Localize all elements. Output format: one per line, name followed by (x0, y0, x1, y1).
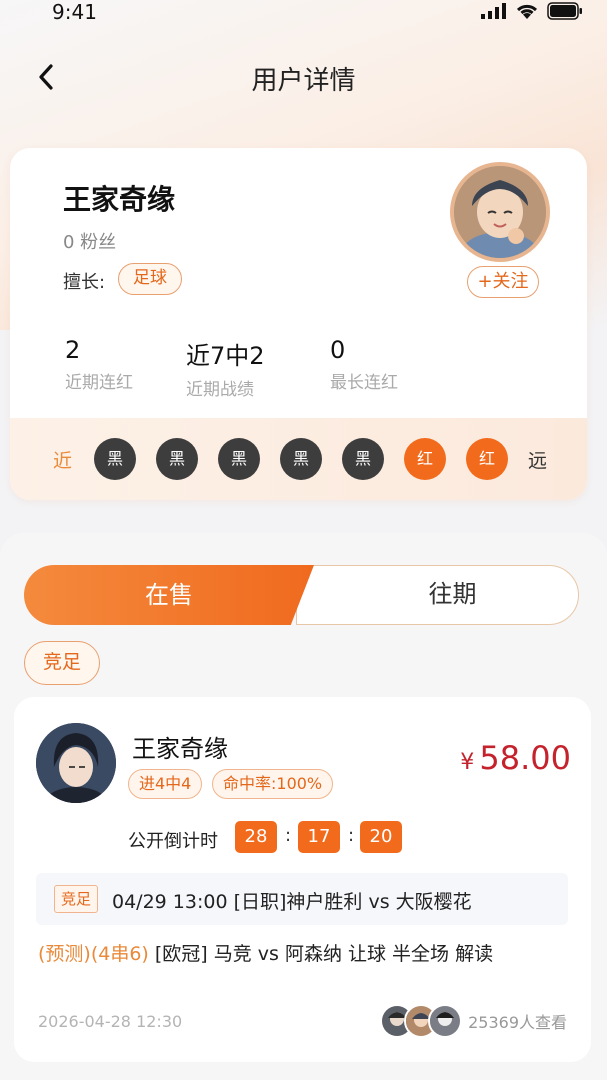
match-text: 04/29 13:00 [日职]神户胜利 vs 大阪樱花 (112, 891, 472, 913)
battery-icon (547, 2, 582, 20)
stat-recent-record: 近7中2 近期战绩 (186, 336, 265, 400)
prediction-description: (预测)(4串6) [欧冠] 马竞 vs 阿森纳 让球 半全场 解读 (38, 939, 493, 966)
stat-recent-streak: 2 近期连红 (65, 336, 133, 393)
fans-count: 0 粉丝 (63, 232, 117, 253)
status-icons (481, 2, 583, 20)
price-currency: ¥ (460, 750, 475, 775)
viewers: 25369人查看 (380, 1003, 567, 1039)
skill-label: 擅长: (63, 272, 106, 293)
page-title: 用户详情 (251, 66, 356, 96)
follow-button[interactable]: +关注 (467, 266, 539, 298)
streak-bar: 近 黑 黑 黑 黑 黑 红 红 远 (10, 418, 587, 500)
stat-label: 最长连红 (330, 373, 398, 393)
stat-label: 近期战绩 (186, 380, 254, 400)
wifi-icon (516, 4, 538, 19)
streak-dot: 黑 (280, 438, 322, 480)
streak-dot: 黑 (156, 438, 198, 480)
filter-chip-jingzu[interactable]: 竞足 (24, 641, 100, 685)
tab-bar: 往期 在售 (24, 565, 579, 625)
tab-on-sale[interactable]: 在售 (24, 565, 314, 625)
price-amount: 58.00 (479, 739, 571, 777)
nav-bar: 用户详情 (0, 50, 607, 106)
record-badge: 进4中4 (128, 769, 203, 799)
countdown-separator: : (285, 825, 292, 846)
signal-icon (481, 3, 506, 19)
streak-dot: 黑 (342, 438, 384, 480)
listing-card[interactable]: 王家奇缘 进4中4 命中率:100% ¥ 58.00 公开倒计时 28 : 17… (14, 697, 591, 1062)
countdown-label: 公开倒计时 (128, 831, 218, 852)
avatar[interactable] (450, 162, 550, 262)
skill-tag: 足球 (118, 263, 182, 295)
stat-value: 0 (330, 336, 346, 364)
streak-dot: 红 (404, 438, 446, 480)
streak-dot: 黑 (94, 438, 136, 480)
view-count: 25369人查看 (468, 1013, 567, 1032)
listing-avatar[interactable] (36, 723, 116, 803)
stat-value: 近7中2 (186, 342, 265, 370)
countdown-separator: : (348, 825, 355, 846)
tab-past[interactable]: 往期 (296, 565, 579, 625)
prediction-highlight: (预测)(4串6) (38, 943, 149, 965)
profile-card: 王家奇缘 0 粉丝 擅长: 足球 +关注 2 近期连红 近7中2 近期战绩 0 … (10, 148, 587, 500)
listing-author-name: 王家奇缘 (132, 735, 228, 763)
streak-dot: 黑 (218, 438, 260, 480)
streak-start-label: 近 (53, 450, 73, 472)
price: ¥ 58.00 (460, 739, 571, 777)
countdown-seconds: 20 (360, 821, 402, 853)
viewer-avatar (428, 1004, 463, 1038)
countdown-minutes: 17 (298, 821, 340, 853)
stat-value: 2 (65, 336, 81, 364)
streak-end-label: 远 (528, 450, 548, 472)
status-bar: 9:41 (0, 0, 607, 26)
stat-label: 近期连红 (65, 373, 133, 393)
post-time: 2026-04-28 12:30 (38, 1012, 183, 1031)
countdown-hours: 28 (235, 821, 277, 853)
status-time: 9:41 (52, 0, 97, 24)
match-tag: 竞足 (54, 885, 99, 913)
stat-longest-streak: 0 最长连红 (330, 336, 398, 393)
streak-dot: 红 (466, 438, 508, 480)
prediction-text: [欧冠] 马竞 vs 阿森纳 让球 半全场 解读 (148, 943, 494, 965)
match-row: 竞足 04/29 13:00 [日职]神户胜利 vs 大阪樱花 (36, 873, 568, 925)
hit-rate-badge: 命中率:100% (212, 769, 334, 799)
profile-name: 王家奇缘 (63, 183, 176, 216)
